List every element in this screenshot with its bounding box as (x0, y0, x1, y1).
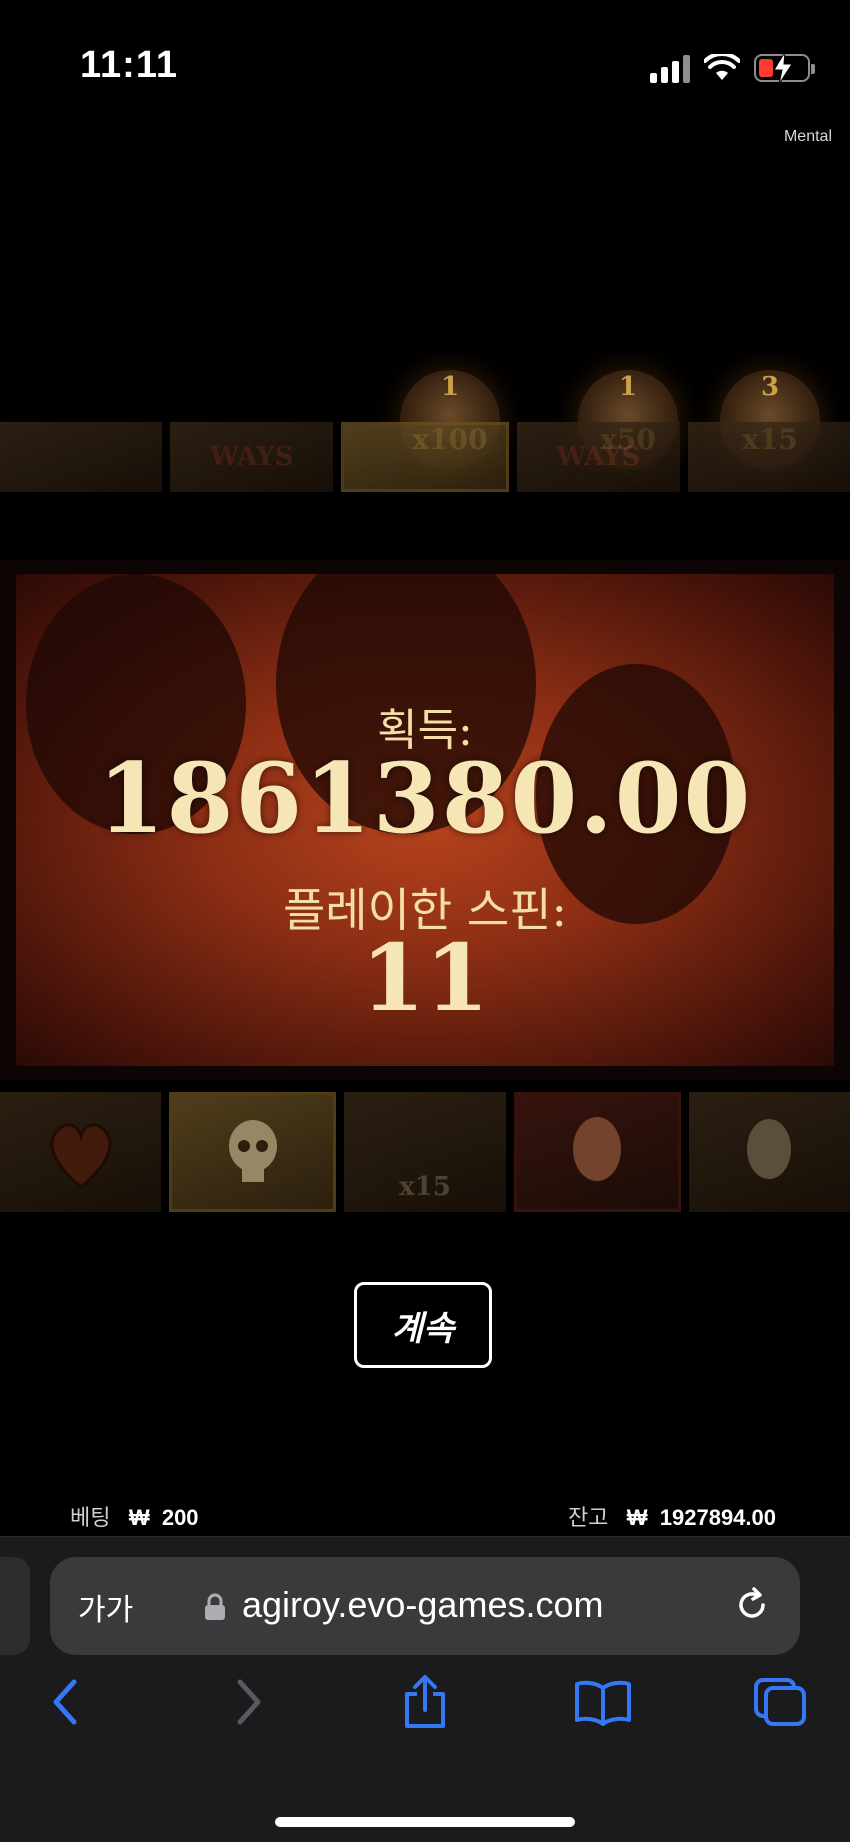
status-time: 11:11 (80, 44, 178, 86)
home-indicator (275, 1817, 575, 1827)
ways-label: WAYS (209, 442, 294, 472)
bookmarks-button[interactable] (568, 1667, 638, 1737)
browser-toolbar: 가가 agiroy.evo-games.com (0, 1536, 850, 1842)
bet-balance-bar: 베팅 ₩ 200 잔고 ₩ 1927894.00 (0, 1500, 850, 1534)
text-size-button[interactable]: 가가 (78, 1585, 133, 1629)
spins-played-value: 11 (360, 924, 490, 1032)
lock-icon (205, 1593, 225, 1620)
tabs-button[interactable] (745, 1667, 815, 1737)
continue-button[interactable]: 계속 (354, 1282, 492, 1368)
back-button[interactable] (30, 1667, 100, 1737)
win-panel-background: 획득: 1861380.00 플레이한 스핀: 11 (16, 574, 834, 1066)
address-bar[interactable]: 가가 agiroy.evo-games.com (50, 1557, 800, 1655)
reel-symbol (340, 422, 510, 492)
cellular-signal-icon (650, 53, 690, 83)
bottom-reel-strip: x15 (0, 1092, 850, 1212)
reel-symbol: WAYS (517, 422, 680, 492)
status-icons (650, 48, 815, 88)
heart-symbol (0, 1092, 162, 1212)
skull-symbol (169, 1092, 337, 1212)
ways-label: WAYS (556, 442, 641, 472)
reel-symbol (0, 422, 163, 492)
url-text[interactable]: agiroy.evo-games.com (242, 1584, 603, 1626)
balance-label: 잔고 (567, 1505, 609, 1530)
share-button[interactable] (390, 1667, 460, 1737)
zombie-symbol (688, 1092, 850, 1212)
multiplier-count: 1 (440, 372, 460, 402)
balance-currency: ₩ (626, 1505, 648, 1530)
share-icon (405, 1675, 445, 1728)
tabs-icon (754, 1678, 806, 1726)
bet-value: 200 (161, 1505, 199, 1530)
brand-watermark: Mental (783, 128, 832, 145)
balance-value: 1927894.00 (659, 1505, 776, 1530)
reel-symbol (687, 422, 850, 492)
top-reel-strip: WAYS WAYS (0, 422, 850, 492)
multiplier-count: 1 (618, 372, 638, 402)
win-amount: 1861380.00 (97, 742, 753, 855)
slot-game-area: 1 x100 1 x50 3 x15 WAYS WAYS 획득: 1861380… (0, 330, 850, 1212)
bookmarks-icon (575, 1680, 631, 1726)
face-symbol: x15 (344, 1092, 506, 1212)
previous-tab-peek[interactable] (0, 1557, 30, 1655)
bet-currency: ₩ (128, 1505, 150, 1530)
forward-button[interactable] (214, 1667, 284, 1737)
bet-label: 베팅 (70, 1505, 111, 1530)
multiplier-tag: x15 (399, 1172, 451, 1202)
bet-info: 베팅 ₩ 200 (70, 1500, 199, 1532)
back-icon (53, 1679, 77, 1725)
reload-icon[interactable] (732, 1585, 772, 1625)
balance-info: 잔고 ₩ 1927894.00 (568, 1500, 776, 1532)
forward-icon (237, 1679, 261, 1725)
browser-nav-toolbar (0, 1667, 850, 1747)
wifi-icon (704, 54, 740, 80)
reel-symbol: WAYS (170, 422, 333, 492)
multiplier-count: 3 (760, 372, 780, 402)
bald-man-symbol (513, 1092, 681, 1212)
battery-charging-icon (754, 52, 815, 84)
win-summary-panel: 획득: 1861380.00 플레이한 스핀: 11 (0, 560, 850, 1080)
